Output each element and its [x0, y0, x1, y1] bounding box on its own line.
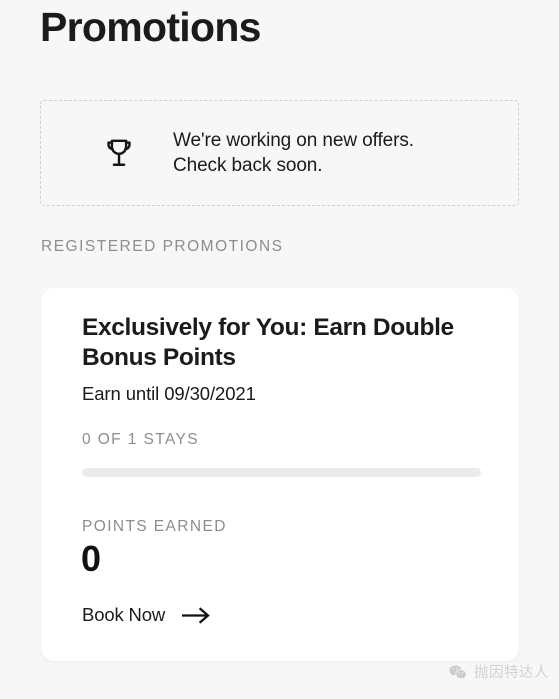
trophy-icon: [93, 127, 145, 179]
promotions-page: Promotions We're working on new offers. …: [0, 0, 559, 699]
notice-line-1: We're working on new offers.: [173, 130, 414, 151]
watermark: 抛因特达人: [448, 663, 549, 682]
new-offers-notice: We're working on new offers. Check back …: [40, 100, 519, 206]
promotion-card[interactable]: Exclusively for You: Earn Double Bonus P…: [41, 288, 519, 661]
page-title: Promotions: [40, 4, 261, 50]
wechat-logo-icon: [448, 663, 467, 682]
stays-progress-bar: [82, 468, 481, 477]
promotion-expiry: Earn until 09/30/2021: [82, 383, 256, 404]
watermark-text: 抛因特达人: [474, 664, 549, 681]
notice-text: We're working on new offers. Check back …: [173, 128, 414, 178]
points-earned-label: POINTS EARNED: [82, 518, 227, 535]
notice-line-2: Check back soon.: [173, 155, 323, 176]
stays-progress-label: 0 OF 1 STAYS: [82, 431, 200, 448]
book-now-button[interactable]: Book Now: [82, 603, 210, 627]
registered-promotions-heading: REGISTERED PROMOTIONS: [41, 238, 284, 255]
book-now-label: Book Now: [82, 604, 166, 625]
points-earned-value: 0: [81, 538, 101, 579]
arrow-right-icon: [182, 606, 210, 624]
promotion-title: Exclusively for You: Earn Double Bonus P…: [82, 314, 454, 371]
